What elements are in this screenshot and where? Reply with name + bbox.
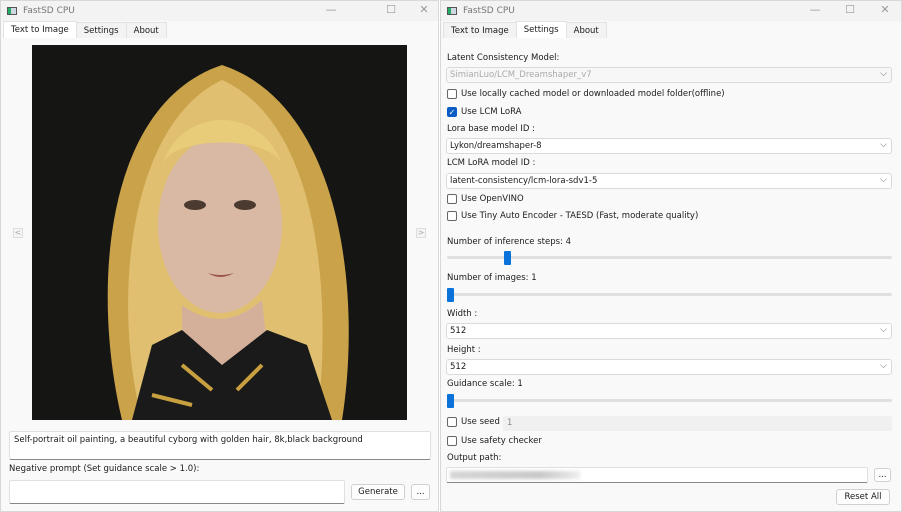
output-path-input[interactable]: [446, 467, 868, 483]
tab-settings[interactable]: Settings: [515, 21, 567, 38]
height-value: 512: [450, 362, 467, 372]
chevron-down-icon: ⌵: [880, 361, 887, 371]
slider-track: [447, 256, 892, 259]
openvino-checkbox[interactable]: Use OpenVINO: [447, 194, 524, 204]
blurred-path: [450, 471, 580, 479]
negative-prompt-label: Negative prompt (Set guidance scale > 1.…: [9, 464, 200, 474]
openvino-label: Use OpenVINO: [461, 194, 524, 204]
lcm-model-value: SimianLuo/LCM_Dreamshaper_v7: [450, 70, 592, 80]
reset-all-button[interactable]: Reset All: [836, 489, 890, 505]
width-select[interactable]: 512 ⌵: [446, 323, 892, 339]
checkbox-icon: [447, 417, 457, 427]
lcm-model-label: Latent Consistency Model:: [447, 53, 560, 63]
checkbox-icon: [447, 211, 457, 221]
title-bar: FastSD CPU — ☐ ✕: [441, 1, 901, 21]
previous-image-button[interactable]: <: [13, 228, 23, 238]
checkbox-icon: [447, 194, 457, 204]
checkmark-icon: ✓: [447, 107, 457, 117]
images-slider[interactable]: [447, 288, 892, 302]
lcm-model-select[interactable]: SimianLuo/LCM_Dreamshaper_v7 ⌵: [446, 67, 892, 83]
output-path-label: Output path:: [447, 453, 502, 463]
lora-base-label: Lora base model ID :: [447, 124, 535, 134]
guidance-label: Guidance scale: 1: [447, 379, 523, 389]
taesd-checkbox[interactable]: Use Tiny Auto Encoder - TAESD (Fast, mod…: [447, 211, 698, 221]
use-local-label: Use locally cached model or downloaded m…: [461, 89, 725, 99]
seed-input[interactable]: 1: [503, 416, 892, 431]
chevron-down-icon: ⌵: [880, 325, 887, 335]
width-value: 512: [450, 326, 467, 336]
lora-base-select[interactable]: Lykon/dreamshaper-8 ⌵: [446, 138, 892, 154]
title-bar: FastSD CPU — ☐ ✕: [1, 1, 438, 21]
width-label: Width :: [447, 309, 478, 319]
slider-handle[interactable]: [447, 288, 454, 302]
slider-handle[interactable]: [447, 394, 454, 408]
minimize-icon[interactable]: —: [323, 3, 339, 16]
steps-slider[interactable]: [447, 251, 892, 265]
use-lcm-lora-checkbox[interactable]: ✓ Use LCM LoRA: [447, 107, 521, 117]
maximize-icon[interactable]: ☐: [842, 3, 858, 16]
steps-label: Number of inference steps: 4: [447, 237, 572, 247]
height-select[interactable]: 512 ⌵: [446, 359, 892, 375]
lcm-lora-select[interactable]: latent-consistency/lcm-lora-sdv1-5 ⌵: [446, 173, 892, 189]
minimize-icon[interactable]: —: [807, 3, 823, 16]
generated-image: [32, 45, 407, 420]
negative-prompt-input[interactable]: [9, 480, 345, 504]
window-title: FastSD CPU: [23, 6, 75, 16]
tab-bar: Text to Image Settings About: [443, 21, 607, 38]
use-seed-label: Use seed: [461, 417, 500, 427]
tab-bar: Text to Image Settings About: [3, 21, 167, 38]
slider-track: [447, 399, 892, 402]
checkbox-icon: [447, 436, 457, 446]
tab-text-to-image[interactable]: Text to Image: [443, 22, 517, 38]
lcm-lora-value: latent-consistency/lcm-lora-sdv1-5: [450, 176, 598, 186]
close-icon[interactable]: ✕: [877, 3, 893, 16]
prompt-input[interactable]: Self-portrait oil painting, a beautiful …: [9, 431, 431, 460]
tab-about[interactable]: About: [565, 22, 607, 38]
chevron-down-icon: ⌵: [880, 140, 887, 150]
chevron-down-icon: ⌵: [880, 69, 887, 79]
use-local-checkbox[interactable]: Use locally cached model or downloaded m…: [447, 89, 725, 99]
slider-handle[interactable]: [503, 251, 511, 265]
generate-button[interactable]: Generate: [351, 484, 405, 500]
use-lcm-lora-label: Use LCM LoRA: [461, 107, 522, 117]
app-icon: [447, 7, 457, 15]
browse-button[interactable]: ...: [874, 468, 891, 482]
chevron-down-icon: ⌵: [880, 175, 887, 185]
left-window: FastSD CPU — ☐ ✕ Text to Image Settings …: [0, 0, 439, 512]
tab-settings[interactable]: Settings: [75, 22, 127, 38]
more-options-button[interactable]: ...: [411, 484, 430, 500]
tab-text-to-image[interactable]: Text to Image: [3, 21, 77, 38]
lcm-lora-label: LCM LoRA model ID :: [447, 158, 536, 168]
slider-track: [447, 293, 892, 296]
lora-base-value: Lykon/dreamshaper-8: [450, 141, 542, 151]
safety-checker-checkbox[interactable]: Use safety checker: [447, 436, 542, 446]
guidance-slider[interactable]: [447, 394, 892, 408]
checkbox-icon: [447, 89, 457, 99]
taesd-label: Use Tiny Auto Encoder - TAESD (Fast, mod…: [461, 211, 699, 221]
next-image-button[interactable]: >: [416, 228, 426, 238]
use-seed-checkbox[interactable]: Use seed: [447, 417, 500, 427]
app-icon: [7, 7, 17, 15]
close-icon[interactable]: ✕: [416, 3, 432, 16]
height-label: Height :: [447, 345, 481, 355]
safety-checker-label: Use safety checker: [461, 436, 542, 446]
window-title: FastSD CPU: [463, 6, 515, 16]
images-label: Number of images: 1: [447, 273, 537, 283]
maximize-icon[interactable]: ☐: [383, 3, 399, 16]
tab-about[interactable]: About: [125, 22, 167, 38]
